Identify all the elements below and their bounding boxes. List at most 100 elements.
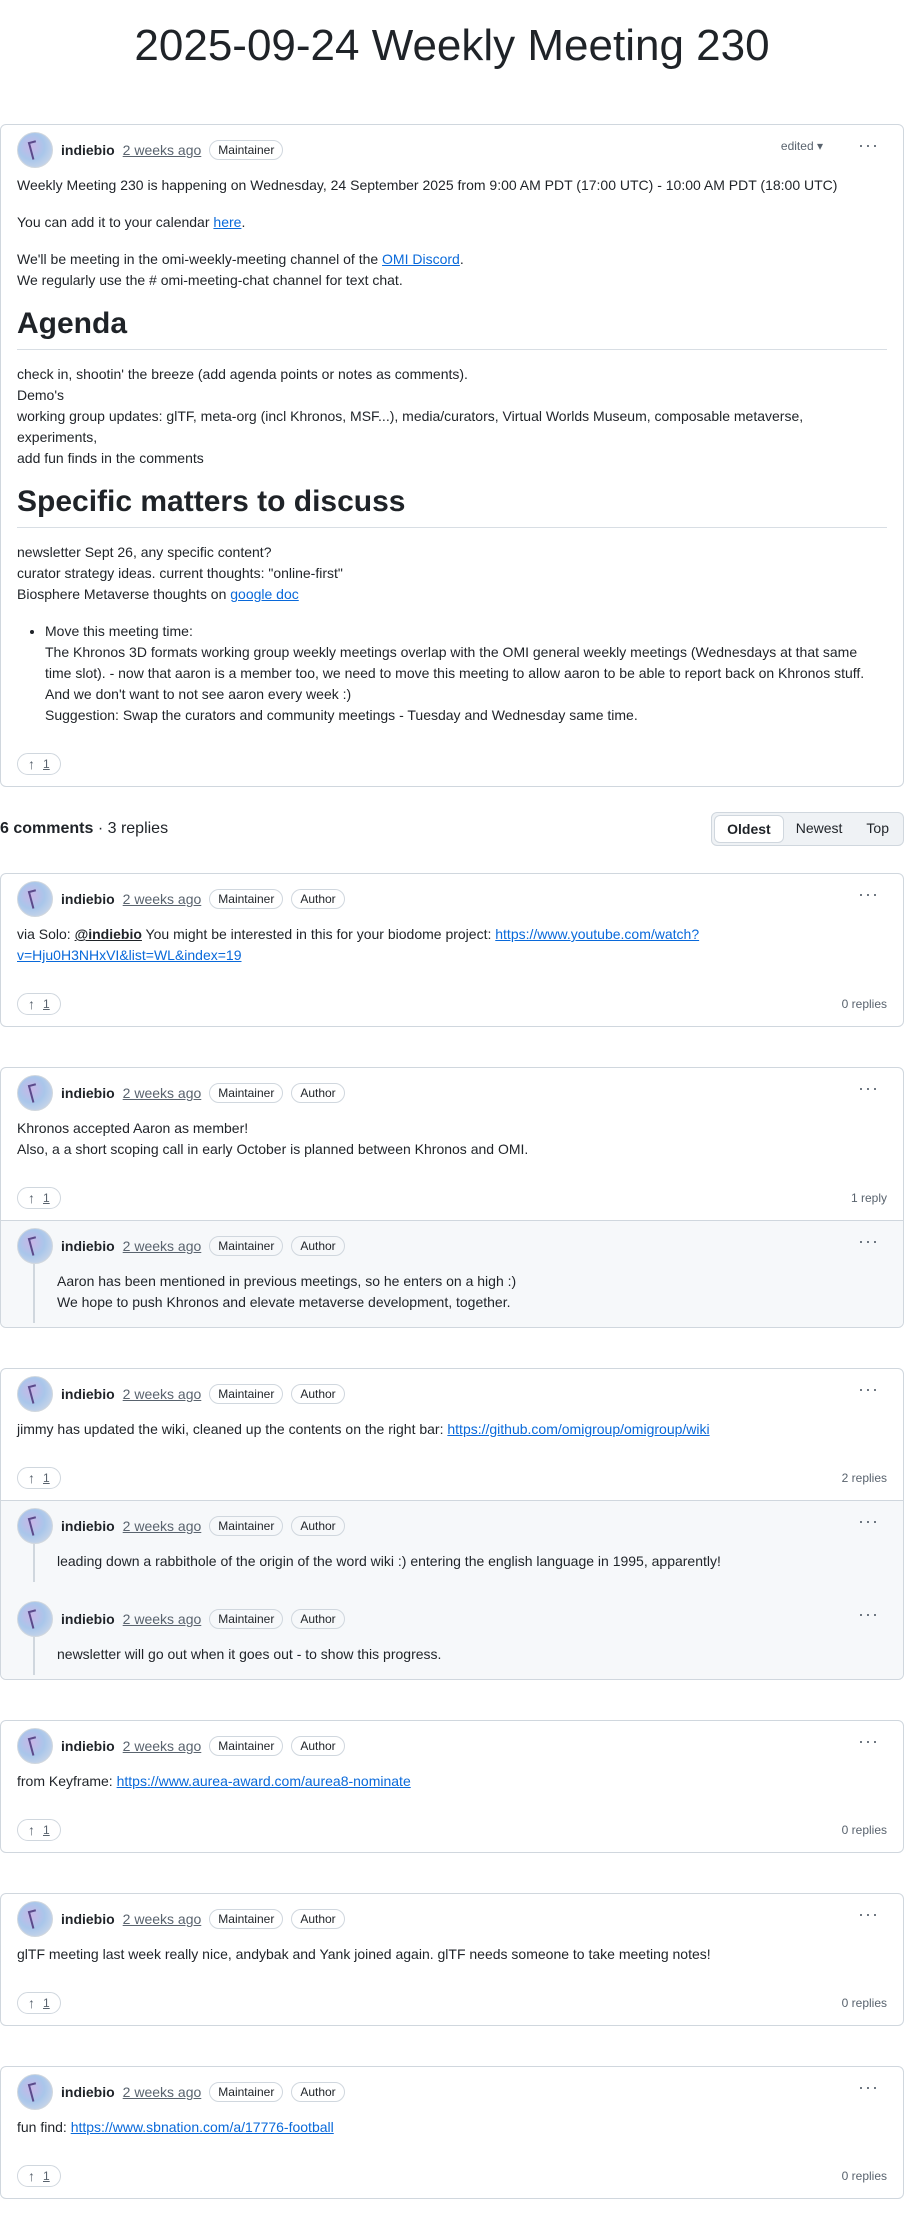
avatar[interactable] (17, 1376, 53, 1412)
upvote-button[interactable]: ↑ 1 (17, 1187, 61, 1209)
more-options-icon[interactable]: ··· (858, 1731, 879, 1752)
maintainer-badge: Maintainer (209, 1384, 284, 1404)
avatar[interactable] (17, 132, 53, 168)
comment-footer: ↑ 1 0 replies (17, 982, 887, 1026)
upvote-button[interactable]: ↑ 1 (17, 1467, 61, 1489)
discord-link[interactable]: OMI Discord (382, 251, 460, 267)
upvote-count: 1 (43, 1191, 50, 1205)
avatar[interactable] (17, 2074, 53, 2110)
agenda-item: Demo's (17, 387, 65, 403)
comment-header: indiebio 2 weeks ago Maintainer Author ·… (17, 1894, 887, 1944)
comment-header: indiebio 2 weeks ago Maintainer Author ·… (17, 1068, 887, 1118)
bullet-item: Move this meeting time: The Khronos 3D f… (45, 621, 887, 726)
upvote-count: 1 (43, 1996, 50, 2010)
avatar[interactable] (17, 1508, 53, 1544)
matter-item: Biosphere Metaverse thoughts on google d… (17, 584, 887, 605)
comment: indiebio 2 weeks ago Maintainer Author ·… (0, 873, 904, 1027)
more-options-icon[interactable]: ··· (858, 884, 879, 905)
matters-heading: Specific matters to discuss (17, 485, 887, 528)
avatar[interactable] (17, 1728, 53, 1764)
upvote-count: 1 (43, 2169, 50, 2183)
author-name[interactable]: indiebio (61, 891, 115, 907)
avatar[interactable] (17, 1601, 53, 1637)
avatar[interactable] (17, 881, 53, 917)
timestamp[interactable]: 2 weeks ago (123, 1238, 202, 1254)
author-name[interactable]: indiebio (61, 1518, 115, 1534)
more-options-icon[interactable]: ··· (858, 1379, 879, 1400)
author-name[interactable]: indiebio (61, 2084, 115, 2100)
comment-body: glTF meeting last week really nice, andy… (17, 1944, 887, 1965)
author-name[interactable]: indiebio (61, 1386, 115, 1402)
reply: indiebio 2 weeks ago Maintainer Author ·… (17, 1501, 887, 1582)
bullet-list: Move this meeting time: The Khronos 3D f… (17, 621, 887, 726)
upvote-button[interactable]: ↑ 1 (17, 993, 61, 1015)
maintainer-badge: Maintainer (209, 1736, 284, 1756)
biosphere-prefix: Biosphere Metaverse thoughts on (17, 586, 231, 602)
more-options-icon[interactable]: ··· (858, 2077, 879, 2098)
author-name[interactable]: indiebio (61, 1738, 115, 1754)
arrow-up-icon: ↑ (28, 996, 35, 1012)
upvote-button[interactable]: ↑ 1 (17, 753, 61, 775)
more-options-icon[interactable]: ··· (858, 1904, 879, 1925)
comment: indiebio 2 weeks ago Maintainer Author ·… (0, 2066, 904, 2199)
wiki-link[interactable]: https://github.com/omigroup/omigroup/wik… (447, 1421, 709, 1437)
author-name[interactable]: indiebio (61, 1085, 115, 1101)
user-mention[interactable]: @indiebio (75, 926, 142, 942)
comment-line: Khronos accepted Aaron as member! (17, 1120, 249, 1136)
author-badge: Author (291, 1516, 345, 1536)
author-name[interactable]: indiebio (61, 1611, 115, 1627)
replies-label[interactable]: 1 reply (851, 1191, 887, 1205)
comment-footer: ↑ 1 2 replies (17, 1456, 887, 1500)
sort-oldest[interactable]: Oldest (714, 815, 784, 843)
upvote-button[interactable]: ↑ 1 (17, 1992, 61, 2014)
post-body: Weekly Meeting 230 is happening on Wedne… (17, 175, 887, 726)
sort-newest[interactable]: Newest (784, 815, 855, 843)
maintainer-badge: Maintainer (209, 1516, 284, 1536)
more-options-icon[interactable]: ··· (858, 1604, 879, 1625)
upvote-button[interactable]: ↑ 1 (17, 1819, 61, 1841)
author-badge: Author (291, 1736, 345, 1756)
author-name[interactable]: indiebio (61, 1911, 115, 1927)
matter-item: curator strategy ideas. current thoughts… (17, 565, 343, 581)
agenda-heading: Agenda (17, 307, 887, 350)
author-name[interactable]: indiebio (61, 142, 115, 158)
timestamp[interactable]: 2 weeks ago (123, 1386, 202, 1402)
reply-body: leading down a rabbithole of the origin … (17, 1551, 887, 1572)
sort-top[interactable]: Top (854, 815, 901, 843)
timestamp[interactable]: 2 weeks ago (123, 891, 202, 907)
edited-dropdown[interactable]: edited ▾ (781, 139, 823, 153)
more-options-icon[interactable]: ··· (858, 1511, 879, 1532)
discord-text: We'll be meeting in the omi-weekly-meeti… (17, 249, 887, 291)
avatar[interactable] (17, 1901, 53, 1937)
timestamp[interactable]: 2 weeks ago (123, 1911, 202, 1927)
upvote-count: 1 (43, 1471, 50, 1485)
google-doc-link[interactable]: google doc (230, 586, 299, 602)
avatar[interactable] (17, 1075, 53, 1111)
comment-text: fun find: https://www.sbnation.com/a/177… (17, 2117, 887, 2138)
timestamp[interactable]: 2 weeks ago (123, 1085, 202, 1101)
timestamp[interactable]: 2 weeks ago (123, 142, 202, 158)
timestamp[interactable]: 2 weeks ago (123, 1738, 202, 1754)
comment-header: indiebio 2 weeks ago Maintainer Author ·… (17, 874, 887, 924)
comment-body: via Solo: @indiebio You might be interes… (17, 924, 887, 966)
timestamp[interactable]: 2 weeks ago (123, 1518, 202, 1534)
matters-list: newsletter Sept 26, any specific content… (17, 542, 887, 605)
more-options-icon[interactable]: ··· (858, 1078, 879, 1099)
more-options-icon[interactable]: ··· (858, 1231, 879, 1252)
comment-footer: ↑ 1 0 replies (17, 1981, 887, 2025)
author-name[interactable]: indiebio (61, 1238, 115, 1254)
comment-header: indiebio 2 weeks ago Maintainer Author ·… (17, 1369, 887, 1419)
sbnation-link[interactable]: https://www.sbnation.com/a/17776-footbal… (71, 2119, 334, 2135)
author-badge: Author (291, 2082, 345, 2102)
replies-label: 0 replies (841, 2169, 887, 2183)
aurea-link[interactable]: https://www.aurea-award.com/aurea8-nomin… (117, 1773, 411, 1789)
calendar-link[interactable]: here (213, 214, 241, 230)
comments-count: 6 comments (0, 820, 94, 837)
timestamp[interactable]: 2 weeks ago (123, 2084, 202, 2100)
timestamp[interactable]: 2 weeks ago (123, 1611, 202, 1627)
calendar-suffix: . (241, 214, 246, 230)
upvote-button[interactable]: ↑ 1 (17, 2165, 61, 2187)
more-options-icon[interactable]: ··· (858, 135, 879, 156)
replies-label[interactable]: 2 replies (842, 1471, 887, 1485)
avatar[interactable] (17, 1228, 53, 1264)
